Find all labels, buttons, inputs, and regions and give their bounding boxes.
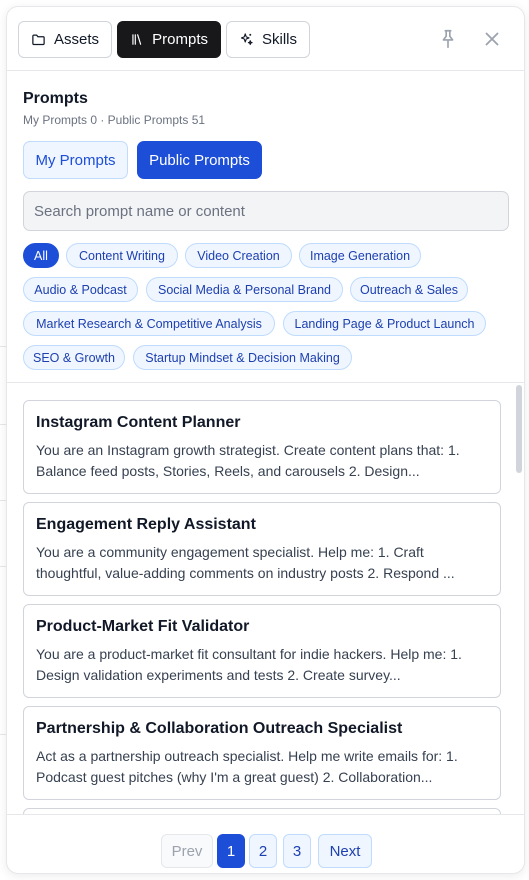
prompt-card[interactable]: Partnership & Collaboration Outreach Spe… (23, 706, 501, 800)
panel-tab-bar: Assets Prompts Skills (7, 7, 524, 71)
page-title: Prompts (23, 90, 88, 107)
pagination: Prev 1 2 3 Next (7, 814, 524, 873)
public-prompts-button[interactable]: Public Prompts (137, 141, 262, 179)
tab-prompts-label: Prompts (152, 31, 208, 48)
page-button-3[interactable]: 3 (283, 834, 311, 868)
category-chip[interactable]: Market Research & Competitive Analysis (23, 311, 275, 336)
tab-skills-label: Skills (261, 31, 297, 48)
prompt-title: Partnership & Collaboration Outreach Spe… (36, 720, 403, 737)
category-chip[interactable]: Video Creation (185, 243, 292, 268)
prompt-title: Engagement Reply Assistant (36, 516, 256, 533)
page-button-2[interactable]: 2 (249, 834, 277, 868)
category-chip[interactable]: Social Media & Personal Brand (146, 277, 343, 302)
prompt-card[interactable]: Engagement Reply Assistant You are a com… (23, 502, 501, 596)
prompt-card[interactable]: Instagram Content Planner You are an Ins… (23, 400, 501, 494)
prompt-list[interactable]: Instagram Content Planner You are an Ins… (7, 382, 524, 814)
prompt-description: You are a product-market fit consultant … (36, 646, 462, 683)
my-prompts-button[interactable]: My Prompts (23, 141, 128, 179)
prompt-title: Instagram Content Planner (36, 414, 241, 431)
category-chip[interactable]: Outreach & Sales (350, 277, 468, 302)
category-chip-all[interactable]: All (23, 243, 59, 268)
category-chip[interactable]: Audio & Podcast (23, 277, 138, 302)
page-button-1[interactable]: 1 (217, 834, 245, 868)
tab-prompts[interactable]: Prompts (117, 21, 221, 58)
prev-page-button[interactable]: Prev (161, 834, 213, 868)
close-icon[interactable] (481, 28, 503, 50)
category-chip[interactable]: Startup Mindset & Decision Making (133, 345, 352, 370)
prompt-card[interactable]: Product-Market Fit Validator You are a p… (23, 604, 501, 698)
tab-assets[interactable]: Assets (18, 21, 112, 58)
prompt-counts: My Prompts 0 · Public Prompts 51 (23, 113, 206, 127)
category-chip[interactable]: Image Generation (299, 243, 421, 268)
prompt-description: Act as a partnership outreach specialist… (36, 748, 458, 785)
prompt-title: Product-Market Fit Validator (36, 618, 250, 635)
prompt-description: You are a community engagement specialis… (36, 544, 455, 581)
list-scrollbar[interactable] (516, 385, 522, 473)
search-input[interactable] (23, 191, 509, 231)
prompt-description: You are an Instagram growth strategist. … (36, 442, 460, 479)
tab-assets-label: Assets (53, 31, 99, 48)
category-chip[interactable]: Landing Page & Product Launch (283, 311, 486, 336)
category-chip[interactable]: SEO & Growth (23, 345, 125, 370)
tab-skills[interactable]: Skills (226, 21, 310, 58)
next-page-button[interactable]: Next (318, 834, 372, 868)
library-icon (132, 34, 142, 45)
sparkles-icon (240, 33, 253, 46)
pin-icon[interactable] (437, 28, 459, 50)
category-chip[interactable]: Content Writing (66, 243, 178, 268)
folder-icon (32, 34, 45, 46)
prompts-panel: Assets Prompts Skills Prompts My Prompts… (6, 6, 525, 874)
